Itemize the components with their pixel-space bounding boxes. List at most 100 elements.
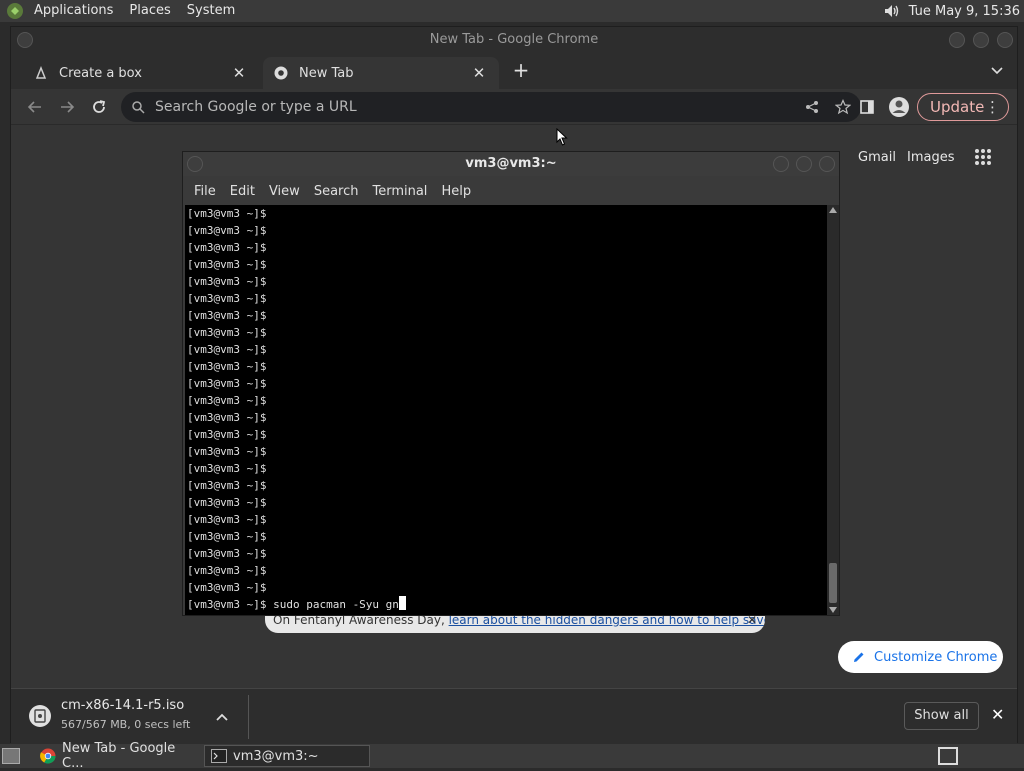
taskbar-item-terminal[interactable]: vm3@vm3:~ <box>204 745 370 767</box>
close-tab-icon[interactable]: ✕ <box>471 65 487 81</box>
tab-label: Create a box <box>59 65 142 81</box>
scroll-down-icon[interactable] <box>829 607 837 613</box>
download-divider <box>248 695 249 739</box>
page-favicon-icon <box>33 65 49 81</box>
terminal-line: [vm3@vm3 ~]$ <box>187 360 274 373</box>
taskbar-label: vm3@vm3:~ <box>233 748 319 764</box>
volume-icon[interactable] <box>881 1 901 21</box>
top-panel: Applications Places System Tue May 9, 15… <box>0 0 1024 22</box>
maximize-button[interactable] <box>973 32 989 48</box>
terminal-line: [vm3@vm3 ~]$ <box>187 547 274 560</box>
terminal-current-line: [vm3@vm3 ~]$ sudo pacman -Syu gn <box>187 596 827 613</box>
menu-edit[interactable]: Edit <box>223 184 262 199</box>
terminal-line: [vm3@vm3 ~]$ <box>187 564 274 577</box>
distro-logo-icon[interactable] <box>4 0 26 22</box>
terminal-line: [vm3@vm3 ~]$ <box>187 224 274 237</box>
scroll-up-icon[interactable] <box>829 207 837 213</box>
terminal-menubar: File Edit View Search Terminal Help <box>183 178 839 204</box>
gmail-link[interactable]: Gmail <box>858 150 896 165</box>
chrome-toolbar: Search Google or type a URL Update ⋮ <box>11 89 1017 125</box>
terminal-scrollbar[interactable] <box>827 205 839 615</box>
google-apps-icon[interactable] <box>974 148 994 168</box>
terminal-line: [vm3@vm3 ~]$ <box>187 394 274 407</box>
terminal-titlebar[interactable]: vm3@vm3:~ <box>183 152 839 176</box>
search-icon <box>131 100 145 114</box>
menu-view[interactable]: View <box>262 184 307 199</box>
omnibox[interactable]: Search Google or type a URL <box>121 92 861 122</box>
menu-help[interactable]: Help <box>434 184 478 199</box>
terminal-title: vm3@vm3:~ <box>465 156 557 171</box>
current-command: [vm3@vm3 ~]$ sudo pacman -Syu gn <box>187 598 399 611</box>
chrome-window-title: New Tab - Google Chrome <box>429 32 599 47</box>
reload-icon[interactable] <box>87 95 111 119</box>
tab-new-tab[interactable]: New Tab ✕ <box>263 57 499 89</box>
text-cursor <box>398 596 406 610</box>
taskbar-label: New Tab - Google C... <box>62 741 176 771</box>
images-link[interactable]: Images <box>907 150 955 165</box>
places-menu[interactable]: Places <box>121 0 178 22</box>
menu-search[interactable]: Search <box>307 184 366 199</box>
customize-label: Customize Chrome <box>874 649 998 665</box>
profile-avatar-icon[interactable] <box>887 95 911 119</box>
terminal-line: [vm3@vm3 ~]$ <box>187 428 274 441</box>
terminal-close-button[interactable] <box>819 156 835 172</box>
clock[interactable]: Tue May 9, 15:36 <box>909 4 1020 19</box>
kebab-menu-icon[interactable]: ⋮ <box>985 94 1000 120</box>
download-file-icon[interactable] <box>29 705 51 727</box>
window-menu-button[interactable] <box>17 32 33 48</box>
menu-terminal[interactable]: Terminal <box>365 184 434 199</box>
show-desktop-icon[interactable] <box>2 748 20 764</box>
back-arrow-icon[interactable] <box>23 95 47 119</box>
bottom-panel: New Tab - Google C... vm3@vm3:~ <box>0 741 1024 771</box>
close-download-shelf-icon[interactable]: ✕ <box>991 705 1004 724</box>
system-menu[interactable]: System <box>179 0 243 22</box>
terminal-line: [vm3@vm3 ~]$ <box>187 275 274 288</box>
terminal-line: [vm3@vm3 ~]$ <box>187 513 274 526</box>
scrollbar-thumb[interactable] <box>829 563 837 603</box>
chevron-up-icon[interactable] <box>215 707 235 727</box>
forward-arrow-icon[interactable] <box>55 95 79 119</box>
bookmark-star-icon[interactable] <box>835 99 851 115</box>
minimize-button[interactable] <box>949 32 965 48</box>
terminal-output[interactable]: [vm3@vm3 ~]$ [vm3@vm3 ~]$ [vm3@vm3 ~]$ [… <box>185 205 827 615</box>
close-tab-icon[interactable]: ✕ <box>231 65 247 81</box>
tab-label: New Tab <box>299 65 354 81</box>
terminal-lines: [vm3@vm3 ~]$ [vm3@vm3 ~]$ [vm3@vm3 ~]$ [… <box>187 205 827 596</box>
terminal-line: [vm3@vm3 ~]$ <box>187 343 274 356</box>
terminal-icon <box>211 749 227 763</box>
mouse-pointer-icon <box>556 127 568 146</box>
terminal-line: [vm3@vm3 ~]$ <box>187 207 274 220</box>
menu-file[interactable]: File <box>187 184 223 199</box>
taskbar-item-chrome[interactable]: New Tab - Google C... <box>34 741 200 771</box>
terminal-line: [vm3@vm3 ~]$ <box>187 326 274 339</box>
download-shelf: cm-x86-14.1-r5.iso 567/567 MB, 0 secs le… <box>11 688 1017 744</box>
download-filename[interactable]: cm-x86-14.1-r5.iso <box>61 698 184 713</box>
chrome-titlebar[interactable]: New Tab - Google Chrome <box>11 27 1017 53</box>
applications-menu[interactable]: Applications <box>26 0 121 22</box>
tab-search-chevron-icon[interactable] <box>987 61 1007 81</box>
terminal-line: [vm3@vm3 ~]$ <box>187 309 274 322</box>
terminal-window-menu-button[interactable] <box>187 156 203 172</box>
workspace-switcher[interactable] <box>938 747 958 765</box>
tab-create-a-box[interactable]: Create a box ✕ <box>23 57 259 89</box>
download-status: 567/567 MB, 0 secs left <box>61 718 191 731</box>
terminal-line: [vm3@vm3 ~]$ <box>187 411 274 424</box>
side-panel-icon[interactable] <box>855 95 879 119</box>
terminal-line: [vm3@vm3 ~]$ <box>187 581 274 594</box>
close-window-button[interactable] <box>997 32 1013 48</box>
terminal-minimize-button[interactable] <box>773 156 789 172</box>
pencil-icon <box>852 650 866 664</box>
update-button[interactable]: Update ⋮ <box>917 93 1009 121</box>
share-icon[interactable] <box>805 100 819 114</box>
customize-chrome-button[interactable]: Customize Chrome <box>838 641 1003 673</box>
update-label: Update <box>930 98 985 116</box>
terminal-line: [vm3@vm3 ~]$ <box>187 258 274 271</box>
show-all-button[interactable]: Show all <box>904 702 979 730</box>
terminal-maximize-button[interactable] <box>796 156 812 172</box>
terminal-line: [vm3@vm3 ~]$ <box>187 496 274 509</box>
terminal-line: [vm3@vm3 ~]$ <box>187 377 274 390</box>
omnibox-placeholder: Search Google or type a URL <box>155 99 357 115</box>
terminal-line: [vm3@vm3 ~]$ <box>187 479 274 492</box>
new-tab-button[interactable]: + <box>509 59 533 83</box>
terminal-line: [vm3@vm3 ~]$ <box>187 241 274 254</box>
